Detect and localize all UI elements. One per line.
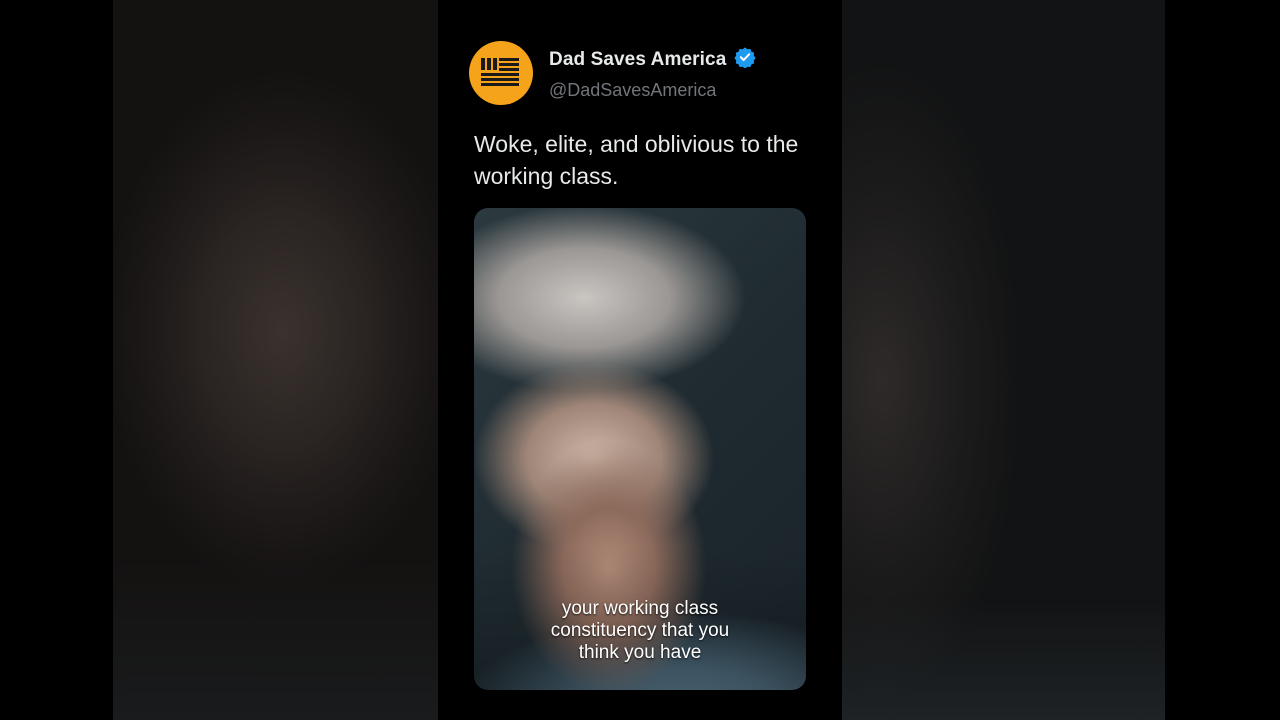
- video-player[interactable]: your working class constituency that you…: [474, 208, 806, 690]
- blurred-background-left: [113, 0, 438, 720]
- caption-line: your working class: [561, 598, 719, 619]
- tweet-card: Dad Saves America @DadSavesAmerica Woke,…: [438, 0, 842, 720]
- blurred-background-right: [842, 0, 1165, 720]
- caption-line: think you have: [578, 642, 702, 663]
- striped-flag-logo-icon: [481, 58, 519, 86]
- verified-badge-icon: [734, 47, 756, 68]
- author-name[interactable]: Dad Saves America: [549, 49, 726, 71]
- caption-line: constituency that you: [550, 620, 730, 641]
- author-handle[interactable]: @DadSavesAmerica: [549, 80, 716, 101]
- avatar[interactable]: [469, 41, 533, 105]
- tweet-text: Woke, elite, and oblivious to the workin…: [474, 131, 799, 189]
- video-frame[interactable]: Dad Saves America @DadSavesAmerica Woke,…: [0, 0, 1280, 720]
- video-caption: your working class constituency that you…: [474, 598, 806, 664]
